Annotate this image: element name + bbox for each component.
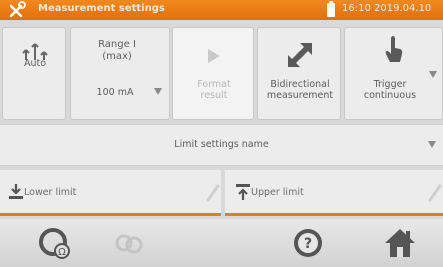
- clock: 16:10 2019.04.10: [342, 3, 432, 14]
- range-select[interactable]: Range I (max) 100 mA: [70, 27, 170, 120]
- trigger-select[interactable]: Trigger continuous: [344, 27, 443, 120]
- chevron-down-icon: [428, 141, 436, 148]
- lower-limit-placeholder: Lower limit: [24, 187, 77, 198]
- range-label-line1: Range I: [98, 39, 136, 50]
- home-icon[interactable]: [382, 225, 418, 261]
- tools-icon: [9, 1, 26, 18]
- auto-button[interactable]: Auto: [2, 27, 66, 120]
- format-label-line2: result: [200, 90, 228, 101]
- pencil-icon: [428, 184, 442, 202]
- trigger-label-line2: continuous: [363, 90, 417, 101]
- bidirectional-label-line1: Bidirectional: [270, 79, 330, 90]
- upper-limit-icon: [236, 184, 250, 200]
- trigger-label-line1: Trigger: [373, 79, 407, 90]
- pencil-icon: [206, 184, 220, 202]
- limit-settings-name-label: Limit settings name: [174, 139, 269, 150]
- link-icon: [115, 234, 143, 254]
- limit-settings-name-select[interactable]: Limit settings name: [0, 124, 443, 166]
- svg-text:?: ?: [304, 236, 312, 252]
- upper-limit-placeholder: Upper limit: [251, 187, 304, 198]
- format-label-line1: Format: [197, 79, 231, 90]
- help-icon[interactable]: ?: [290, 225, 326, 261]
- bidirectional-measurement-button[interactable]: Bidirectional measurement: [257, 27, 341, 120]
- range-label-line2: (max): [102, 51, 132, 62]
- hand-pointer-icon: [385, 36, 403, 62]
- bidirectional-arrows-icon: [288, 43, 312, 67]
- measure-ohm-icon[interactable]: Ω: [38, 225, 74, 261]
- chevron-down-icon: [154, 88, 162, 95]
- auto-label: Auto: [23, 58, 47, 69]
- lower-limit-field[interactable]: Lower limit: [0, 170, 221, 216]
- battery-icon: [327, 1, 335, 17]
- upper-limit-field[interactable]: Upper limit: [225, 170, 443, 216]
- window-title: Measurement settings: [38, 3, 165, 14]
- format-result-button: Format result: [172, 27, 254, 120]
- lower-limit-icon: [9, 184, 23, 199]
- play-icon: [208, 49, 220, 63]
- svg-text:Ω: Ω: [58, 247, 66, 258]
- title-bar: Measurement settings 16:10 2019.04.10: [0, 0, 443, 20]
- range-value: 100 mA: [96, 87, 134, 98]
- bidirectional-label-line2: measurement: [266, 90, 334, 101]
- bottom-toolbar: Ω ?: [0, 219, 443, 267]
- chevron-down-icon: [429, 71, 437, 78]
